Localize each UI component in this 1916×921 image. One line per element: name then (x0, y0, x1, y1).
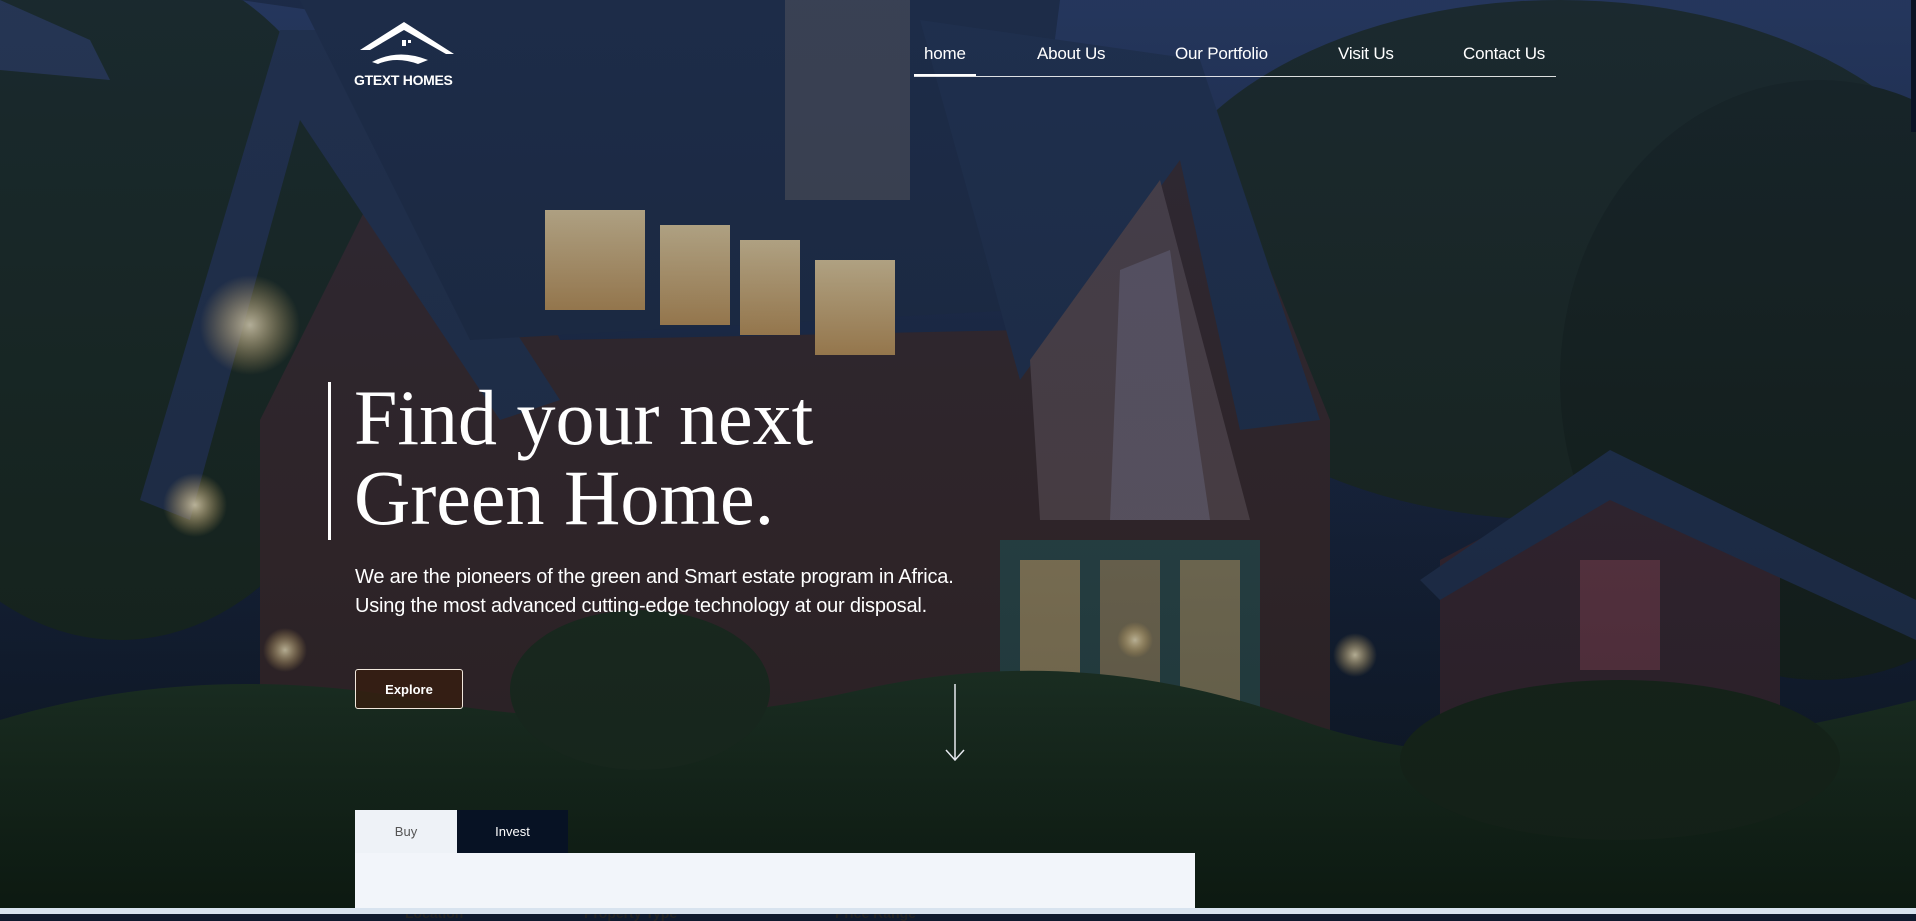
explore-button[interactable]: Explore (355, 669, 463, 709)
page-scrollbar[interactable] (1911, 0, 1916, 132)
nav-item-about-us[interactable]: About Us (1037, 44, 1106, 64)
nav-item-our-portfolio[interactable]: Our Portfolio (1175, 44, 1268, 64)
hero-description: We are the pioneers of the green and Sma… (355, 566, 954, 617)
hero-title-line-2: Green Home. (354, 454, 775, 541)
house-roof-logo-icon (360, 22, 454, 64)
page-bottom-border (0, 908, 1916, 914)
search-panel: Location Property Type Price Range (355, 853, 1195, 921)
brand-logo[interactable]: GTEXT HOMES (354, 18, 458, 90)
main-navigation: home About Us Our Portfolio Visit Us Con… (914, 38, 1556, 77)
hero-title: Find your next Green Home. (354, 378, 813, 538)
hero-title-line-1: Find your next (354, 374, 814, 461)
hero-background-image (0, 0, 1916, 914)
arrow-down-icon[interactable] (944, 684, 966, 762)
hero-accent-bar (328, 382, 331, 540)
nav-item-contact-us[interactable]: Contact Us (1463, 44, 1545, 64)
tab-buy[interactable]: Buy (355, 810, 457, 853)
nav-item-home[interactable]: home (914, 44, 976, 76)
tab-invest[interactable]: Invest (457, 810, 568, 853)
brand-name: GTEXT HOMES (354, 72, 453, 88)
nav-item-visit-us[interactable]: Visit Us (1338, 44, 1394, 64)
